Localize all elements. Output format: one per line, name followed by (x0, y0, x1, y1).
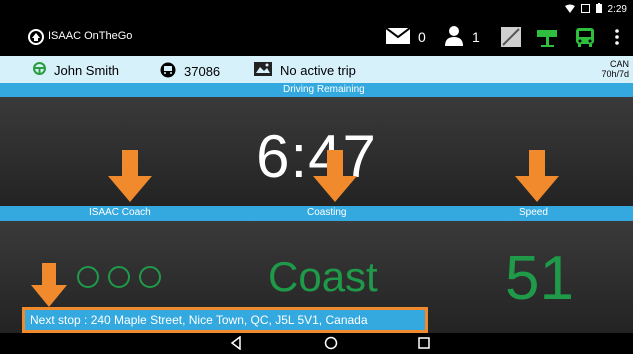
driving-remaining-label: Driving Remaining (283, 84, 365, 95)
isaac-logo-icon[interactable] (28, 29, 44, 45)
no-signal-icon[interactable] (501, 26, 521, 48)
trip-status: No active trip (280, 63, 356, 78)
clock: 2:29 (607, 4, 627, 15)
coach-label: ISAAC Coach (89, 207, 151, 218)
app-window: 2:29 ISAAC OnTheGo 0 1 John Smith 37086 … (0, 0, 633, 354)
navigation-bar (0, 333, 633, 354)
bus-icon[interactable] (575, 26, 595, 48)
road-sign-icon[interactable] (536, 26, 558, 48)
app-title: ISAAC OnTheGo (48, 30, 133, 42)
speed-label: Speed (519, 207, 548, 218)
coasting-value: Coast (268, 253, 378, 300)
info-bar: John Smith 37086 No active trip CAN 70h/… (0, 56, 633, 83)
back-icon[interactable] (230, 335, 242, 354)
overflow-menu-icon[interactable] (615, 26, 619, 48)
metrics-header: ISAAC Coach Coasting Speed (0, 206, 633, 221)
users-button[interactable]: 1 (444, 25, 480, 49)
arrow-down-icon (108, 150, 152, 207)
driver-name: John Smith (54, 62, 120, 78)
wifi-icon (564, 4, 575, 16)
coach-indicator-circle (139, 266, 161, 288)
vehicle-id: 37086 (184, 64, 221, 79)
map-icon (254, 62, 272, 79)
messages-count: 0 (418, 29, 426, 45)
cycle-info[interactable]: CAN 70h/7d (601, 59, 629, 79)
speed-value: 51 (505, 244, 574, 313)
recents-icon[interactable] (418, 336, 430, 354)
coasting-label: Coasting (307, 207, 347, 218)
trip-info[interactable]: No active trip (254, 62, 356, 79)
person-icon (444, 25, 464, 49)
home-icon[interactable] (324, 336, 338, 354)
steering-wheel-icon (33, 62, 46, 78)
driving-remaining-header: Driving Remaining (0, 83, 633, 97)
coach-indicator-circle (108, 266, 130, 288)
driver-info[interactable]: John Smith (33, 62, 119, 78)
coach-indicators (77, 266, 161, 288)
next-stop-banner[interactable]: Next stop : 240 Maple Street, Nice Town,… (22, 307, 428, 333)
battery-icon (595, 3, 602, 16)
vehicle-icon (160, 62, 176, 81)
signal-icon (580, 3, 590, 16)
arrow-down-icon (515, 150, 559, 207)
status-bar: 2:29 (0, 0, 633, 18)
coach-indicator-circle (77, 266, 99, 288)
arrow-down-icon (31, 263, 67, 312)
region-label: CAN (609, 59, 629, 69)
mail-icon (385, 26, 411, 47)
cycle-label: 70h/7d (601, 69, 629, 79)
users-count: 1 (472, 29, 480, 45)
vehicle-info[interactable]: 37086 (160, 62, 220, 81)
arrow-down-icon (313, 150, 357, 207)
messages-button[interactable]: 0 (385, 26, 426, 48)
app-bar: ISAAC OnTheGo 0 1 (0, 18, 633, 56)
